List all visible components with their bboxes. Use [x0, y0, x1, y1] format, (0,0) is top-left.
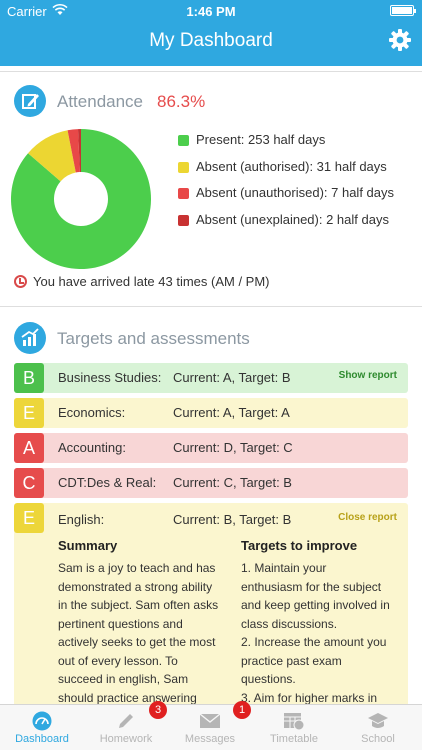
subject-label: CDT:Des & Real:	[58, 475, 157, 490]
legend-label: Absent (unexplained): 2 half days	[196, 211, 389, 227]
status-bar: Carrier 1:46 PM	[0, 0, 422, 22]
grade-badge: C	[14, 468, 44, 498]
grade-summary: Current: A, Target: B	[173, 370, 291, 385]
target-row-economics[interactable]: E Economics: Current: A, Target: A	[14, 398, 408, 428]
summary-line: in the subject. Sam often asks	[58, 598, 219, 612]
homework-badge: 3	[149, 701, 167, 719]
grade-badge: A	[14, 433, 44, 463]
legend-swatch	[178, 214, 189, 226]
messages-badge: 1	[233, 701, 251, 719]
tab-messages[interactable]: 1 Messages	[168, 701, 252, 750]
calendar-clock-icon	[284, 713, 305, 731]
legend-swatch	[178, 188, 189, 199]
summary-text: Sam is a joy to teach and has demonstrat…	[58, 559, 218, 707]
clock-icon	[14, 275, 27, 288]
grade-badge: E	[14, 398, 44, 428]
grade-badge: B	[14, 363, 44, 393]
legend-label: Absent (unauthorised): 7 half days	[196, 185, 395, 200]
legend-label: Present: 253 half days	[196, 132, 326, 147]
tab-homework[interactable]: 3 Homework	[84, 701, 168, 750]
target-row-accounting[interactable]: A Accounting: Current: D, Target: C	[14, 433, 408, 463]
grade-summary: Current: C, Target: B	[173, 475, 292, 490]
summary-line: demonstrated a strong ability	[58, 579, 213, 594]
dashboard-icon	[32, 711, 52, 731]
grade-badge: E	[14, 503, 44, 533]
subject-label: Business Studies:	[58, 370, 162, 385]
legend-item-absent-unauthorised: Absent (unauthorised): 7 half days	[178, 185, 394, 212]
improve-line: questions.	[241, 672, 296, 686]
divider	[0, 306, 422, 307]
legend-item-absent-unexplained: Absent (unexplained): 2 half days	[178, 212, 394, 239]
improve-line: practice past exam	[241, 653, 342, 668]
tab-label: Messages	[184, 733, 236, 745]
subject-label: Accounting:	[58, 440, 126, 455]
tab-label: Timetable	[270, 733, 318, 745]
battery-icon	[390, 5, 416, 16]
targets-to-improve-text: 1. Maintain your enthusiasm for the subj…	[241, 559, 390, 707]
target-row-business-studies[interactable]: B Business Studies: Current: A, Target: …	[14, 363, 408, 393]
improve-line: and keep getting involved in	[241, 598, 390, 612]
attendance-title: Attendance	[57, 92, 144, 111]
tab-timetable[interactable]: Timetable	[252, 705, 336, 750]
envelope-icon	[199, 713, 221, 728]
legend-swatch	[178, 135, 189, 146]
summary-line: pertinent questions and	[58, 616, 183, 631]
grade-summary: Current: A, Target: A	[173, 405, 290, 420]
edit-icon	[14, 85, 46, 117]
tab-bar: Dashboard 3 Homework 1 Messages Timetabl…	[0, 701, 422, 750]
improve-line: 1. Maintain your	[241, 561, 327, 575]
tab-label: School	[361, 733, 395, 745]
attendance-donut-chart	[11, 129, 152, 269]
header: Carrier 1:46 PM My Dashboard	[0, 0, 422, 66]
tab-label: Homework	[99, 733, 153, 745]
legend-item-present: Present: 253 half days	[178, 132, 394, 159]
grade-summary: Current: B, Target: B	[173, 512, 292, 527]
pencil-icon	[119, 714, 133, 728]
tab-dashboard[interactable]: Dashboard	[0, 705, 84, 750]
attendance-percent: 86.3%	[157, 92, 206, 111]
legend-item-absent-authorised: Absent (authorised): 31 half days	[178, 159, 394, 186]
legend-swatch	[178, 161, 189, 173]
show-report-button[interactable]: Show report	[339, 370, 397, 381]
graduation-cap-icon	[368, 713, 388, 728]
attendance-legend: Present: 253 half days Absent (authorise…	[178, 132, 394, 238]
summary-line: Sam is a joy to teach and has	[58, 561, 216, 575]
divider	[0, 71, 422, 72]
tab-school[interactable]: School	[336, 705, 420, 750]
targets-to-improve-heading: Targets to improve	[241, 538, 358, 553]
grade-summary: Current: D, Target: C	[173, 440, 293, 455]
summary-line: succeed in english, Sam	[58, 672, 189, 686]
legend-label: Absent (authorised): 31 half days	[196, 158, 387, 174]
subject-label: Economics:	[58, 405, 126, 420]
late-arrivals-text: You have arrived late 43 times (AM / PM)	[33, 274, 270, 289]
summary-heading: Summary	[58, 538, 118, 553]
target-row-english-expanded[interactable]: E English: Current: B, Target: B Close r…	[14, 503, 408, 708]
close-report-button[interactable]: Close report	[338, 512, 397, 523]
tab-label: Dashboard	[15, 733, 69, 745]
chart-icon	[14, 322, 46, 354]
late-arrivals: You have arrived late 43 times (AM / PM)	[14, 274, 270, 289]
improve-line: 2. Increase the amount you	[241, 635, 387, 649]
improve-line: enthusiasm for the subject	[241, 579, 382, 594]
subject-label: English:	[58, 512, 105, 527]
summary-line: actively seeks to get the most	[58, 635, 216, 649]
summary-line: out of every lesson. To	[58, 653, 178, 668]
page-title: My Dashboard	[149, 30, 273, 51]
target-row-cdt[interactable]: C CDT:Des & Real: Current: C, Target: B	[14, 468, 408, 498]
gear-icon[interactable]	[388, 28, 412, 52]
targets-title: Targets and assessments	[57, 329, 250, 348]
clock-label: 1:46 PM	[186, 4, 236, 19]
improve-line: class discussions.	[241, 616, 338, 631]
